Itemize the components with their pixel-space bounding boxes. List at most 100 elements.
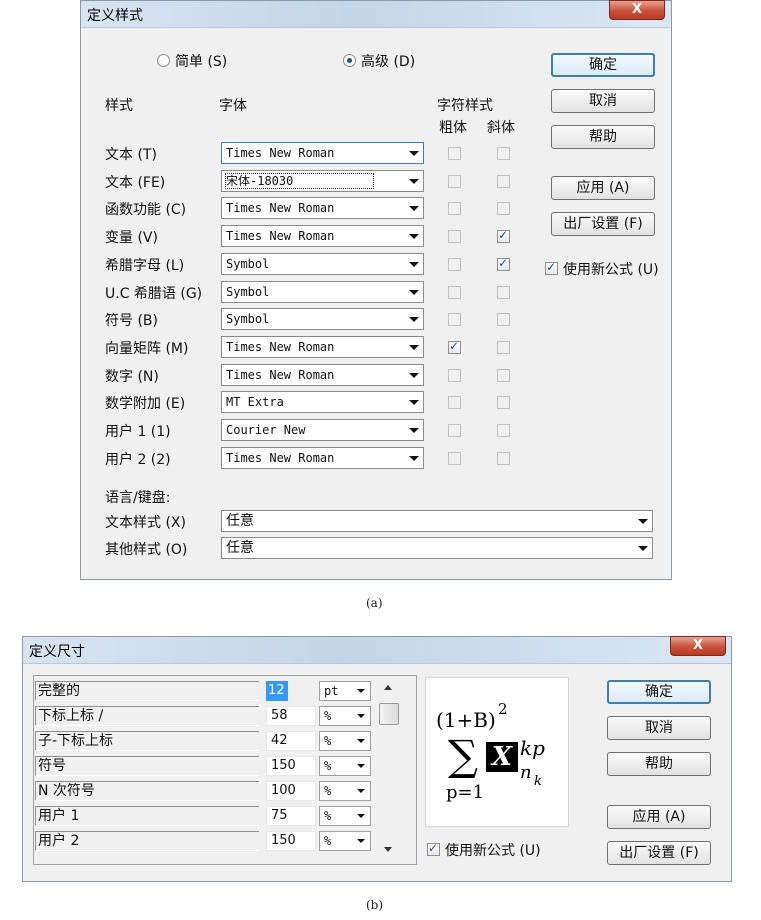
scrollbar[interactable] bbox=[379, 679, 399, 859]
apply-button[interactable]: 应用 (A) bbox=[551, 176, 655, 200]
size-value-input[interactable]: 100 bbox=[266, 781, 316, 801]
font-select[interactable]: Symbol bbox=[221, 280, 424, 303]
font-select[interactable]: Symbol bbox=[221, 252, 424, 275]
italic-checkbox[interactable] bbox=[497, 174, 510, 188]
bold-checkbox[interactable] bbox=[448, 285, 461, 299]
formula-preview: (1+B) 2 ∑ X kp n k p=1 bbox=[425, 677, 569, 827]
chevron-down-icon bbox=[357, 839, 365, 843]
font-select[interactable]: Symbol bbox=[221, 308, 424, 331]
chevron-down-icon bbox=[357, 689, 365, 693]
radio-simple-label: 简单 (S) bbox=[175, 54, 228, 70]
font-select[interactable]: 宋体-18030 bbox=[221, 169, 424, 192]
use-new-formula-label: 使用新公式 (U) bbox=[563, 262, 659, 278]
bold-checkbox[interactable] bbox=[448, 174, 461, 188]
style-row-label: 希腊字母 (L) bbox=[105, 257, 185, 274]
italic-checkbox[interactable] bbox=[497, 340, 510, 354]
chevron-down-icon bbox=[638, 546, 648, 551]
size-value-input[interactable]: 58 bbox=[266, 706, 316, 726]
text-style-select[interactable]: 任意 bbox=[221, 510, 653, 532]
close-button[interactable]: X bbox=[670, 636, 726, 656]
title-bar: 定义尺寸 bbox=[23, 637, 731, 664]
font-select[interactable]: Times New Roman bbox=[221, 225, 424, 248]
bold-checkbox[interactable] bbox=[448, 257, 461, 271]
style-row-label: 文本 (T) bbox=[105, 147, 157, 163]
unit-select[interactable]: % bbox=[319, 756, 371, 776]
dialog-title: 定义尺寸 bbox=[29, 644, 85, 660]
cancel-button[interactable]: 取消 bbox=[607, 716, 711, 740]
preview-lower-limit: p=1 bbox=[446, 782, 485, 803]
close-button[interactable]: X bbox=[609, 0, 665, 20]
radio-simple[interactable] bbox=[157, 54, 170, 67]
bold-checkbox[interactable] bbox=[448, 424, 461, 437]
dialog-title: 定义样式 bbox=[87, 8, 143, 24]
preview-sub-n: n bbox=[520, 762, 532, 783]
style-row-label: 数学附加 (E) bbox=[105, 396, 186, 413]
text-style-label: 文本样式 (X) bbox=[105, 515, 186, 531]
italic-checkbox[interactable] bbox=[497, 368, 510, 382]
bold-checkbox[interactable]: ✓ bbox=[448, 339, 461, 354]
unit-select[interactable]: pt bbox=[319, 681, 371, 701]
size-value-input[interactable]: 42 bbox=[266, 731, 316, 751]
factory-settings-button[interactable]: 出厂设置 (F) bbox=[607, 841, 711, 865]
font-select[interactable]: Times New Roman bbox=[221, 446, 424, 469]
bold-checkbox[interactable] bbox=[448, 230, 461, 244]
scroll-down-icon[interactable] bbox=[384, 847, 392, 852]
other-style-select[interactable]: 任意 bbox=[221, 537, 653, 559]
italic-checkbox[interactable] bbox=[497, 202, 510, 216]
italic-checkbox[interactable] bbox=[497, 451, 510, 465]
help-button[interactable]: 帮助 bbox=[607, 752, 711, 776]
use-new-formula-checkbox[interactable]: ✓ bbox=[545, 260, 558, 275]
italic-checkbox[interactable] bbox=[497, 285, 510, 299]
size-value-input[interactable]: 150 bbox=[266, 756, 316, 776]
scroll-up-icon[interactable] bbox=[384, 685, 392, 690]
scroll-thumb[interactable] bbox=[379, 703, 399, 725]
font-select-value: Times New Roman bbox=[226, 229, 335, 244]
italic-checkbox[interactable] bbox=[497, 313, 510, 327]
unit-select[interactable]: % bbox=[319, 731, 371, 751]
chevron-down-icon bbox=[409, 428, 419, 433]
checkmark-icon: ✓ bbox=[546, 260, 557, 274]
unit-select[interactable]: % bbox=[319, 806, 371, 826]
bold-checkbox[interactable] bbox=[448, 147, 461, 160]
font-select[interactable]: Times New Roman bbox=[221, 363, 424, 386]
size-value-input[interactable]: 12 bbox=[266, 681, 288, 701]
font-select-value: Symbol bbox=[226, 284, 270, 299]
unit-select[interactable]: % bbox=[319, 706, 371, 726]
italic-checkbox[interactable] bbox=[497, 396, 510, 410]
preview-power: 2 bbox=[498, 700, 508, 718]
preview-paren-expr: (1+B) bbox=[436, 708, 496, 732]
size-value-input[interactable]: 150 bbox=[266, 831, 316, 851]
radio-advanced[interactable] bbox=[343, 54, 356, 67]
italic-checkbox[interactable] bbox=[497, 147, 510, 160]
ok-button[interactable]: 确定 bbox=[607, 680, 711, 704]
font-select[interactable]: Courier New bbox=[221, 419, 424, 441]
bold-checkbox[interactable] bbox=[448, 202, 461, 216]
cancel-button[interactable]: 取消 bbox=[551, 89, 655, 113]
apply-button[interactable]: 应用 (A) bbox=[607, 805, 711, 829]
bold-checkbox[interactable] bbox=[448, 396, 461, 410]
italic-checkbox[interactable]: ✓ bbox=[497, 228, 510, 244]
font-select-value: Times New Roman bbox=[226, 367, 335, 382]
style-row-label: 变量 (V) bbox=[105, 230, 158, 247]
chevron-down-icon bbox=[357, 764, 365, 768]
unit-select-value: % bbox=[324, 809, 332, 823]
font-select[interactable]: Times New Roman bbox=[221, 142, 424, 164]
size-value-input[interactable]: 75 bbox=[266, 806, 316, 826]
font-select[interactable]: Times New Roman bbox=[221, 197, 424, 220]
bold-checkbox[interactable] bbox=[448, 368, 461, 382]
help-button[interactable]: 帮助 bbox=[551, 125, 655, 149]
font-select-value: Symbol bbox=[226, 256, 270, 271]
font-select[interactable]: MT Extra bbox=[221, 391, 424, 414]
use-new-formula-checkbox[interactable]: ✓ bbox=[427, 841, 440, 856]
ok-button[interactable]: 确定 bbox=[551, 53, 655, 77]
style-row-label: 数字 (N) bbox=[105, 368, 159, 385]
unit-select[interactable]: % bbox=[319, 831, 371, 851]
unit-select[interactable]: % bbox=[319, 781, 371, 801]
bold-checkbox[interactable] bbox=[448, 313, 461, 327]
factory-settings-button[interactable]: 出厂设置 (F) bbox=[551, 212, 655, 236]
italic-checkbox[interactable] bbox=[497, 424, 510, 437]
font-select[interactable]: Times New Roman bbox=[221, 335, 424, 358]
style-row-label: 函数功能 (C) bbox=[105, 202, 187, 219]
bold-checkbox[interactable] bbox=[448, 451, 461, 465]
italic-checkbox[interactable]: ✓ bbox=[497, 256, 510, 271]
